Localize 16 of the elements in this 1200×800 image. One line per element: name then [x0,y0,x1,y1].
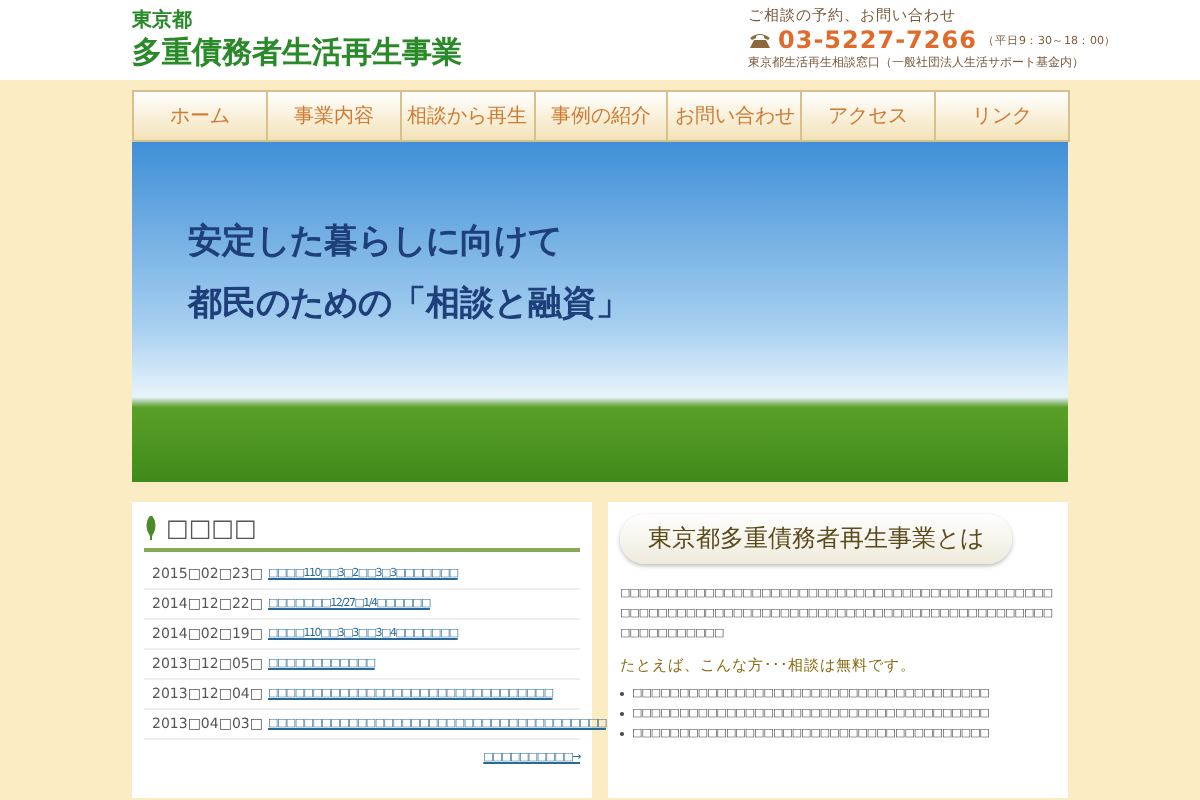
nav-tab[interactable]: お問い合わせ [666,90,803,142]
banner-headline: 都民のための「相談と融資」 [188,282,632,326]
nav-tab[interactable]: ホーム [132,90,268,142]
nav-tab[interactable]: 事例の紹介 [533,90,669,142]
news-heading: □□□□ [166,514,257,542]
nav-tab[interactable]: 相談から再生 [399,90,536,142]
site-subtitle: 東京都 [132,10,194,34]
site-title[interactable]: 多重債務者生活再生事業 [132,34,462,70]
phone-icon [748,31,772,49]
phone-number: 03-5227-7266 [778,26,977,54]
nav-tab[interactable]: アクセス [800,90,937,142]
leaf-icon [144,516,158,540]
nav-tab[interactable]: 事業内容 [265,90,402,142]
nav-tab[interactable]: リンク [934,90,1071,142]
about-heading: 東京都多重債務者再生事業とは [620,514,1012,564]
banner-headline: 安定した暮らしに向けて [188,220,564,264]
